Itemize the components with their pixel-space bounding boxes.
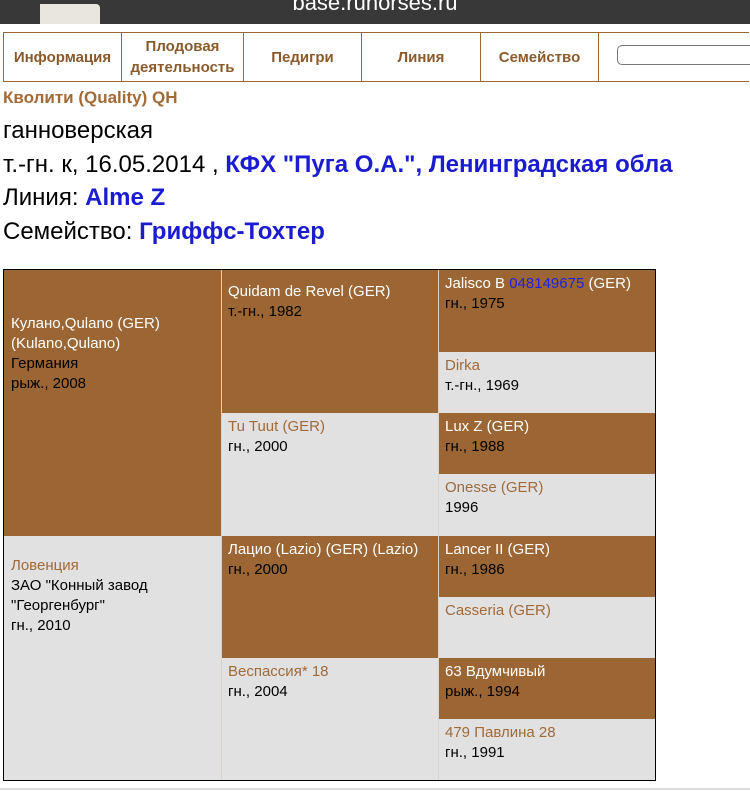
- sds-name-link[interactable]: Lux Z (GER): [445, 417, 648, 437]
- search-area: [599, 33, 750, 81]
- sss-reg-link[interactable]: 048149675: [509, 275, 584, 292]
- sds-info: гн., 1988: [445, 438, 505, 455]
- column-divider: [221, 270, 222, 780]
- family-row: Семейство: Гриффс-Тохтер: [3, 218, 325, 246]
- dam-name-link[interactable]: Ловенция: [11, 556, 214, 576]
- dam-cell: Ловенция ЗАО "Конный завод "Георгенбург"…: [4, 536, 221, 780]
- horse-details: т.-гн. к, 16.05.2014 , КФХ "Пуга О.А.", …: [3, 151, 673, 179]
- bottom-divider: [0, 788, 750, 790]
- ss-info: т.-гн., 1982: [228, 303, 302, 320]
- sdd-name-link[interactable]: Onesse (GER): [445, 478, 648, 498]
- url-text[interactable]: base.runorses.ru: [0, 0, 750, 16]
- dss-name-link[interactable]: Lancer II (GER): [445, 540, 648, 560]
- sire-country: Германия: [11, 355, 79, 372]
- sss-info: гн., 1975: [445, 295, 505, 312]
- dds-name-link[interactable]: 63 Вдумчивый: [445, 662, 648, 682]
- dam-breeder: ЗАО "Конный завод "Георгенбург": [11, 577, 148, 614]
- sire-info: рыж., 2008: [11, 375, 87, 392]
- dam-sire-cell: Лацио (Lazio) (GER) (Lazio) гн., 2000: [221, 536, 438, 658]
- tab-family[interactable]: Семейство: [481, 33, 599, 81]
- dam-dam-cell: Веспассия* 18 гн., 2004: [221, 658, 438, 780]
- tab-pedigree[interactable]: Педигри: [244, 33, 362, 81]
- sss-name-link[interactable]: Jalisco B: [445, 275, 505, 292]
- ddd-cell: 479 Павлина 28 гн., 1991: [438, 719, 655, 780]
- dsd-name-link[interactable]: Casseria (GER): [445, 601, 648, 621]
- dss-cell: Lancer II (GER) гн., 1986: [438, 536, 655, 597]
- sds-cell: Lux Z (GER) гн., 1988: [438, 413, 655, 474]
- birth-info: т.-гн. к, 16.05.2014 ,: [3, 151, 219, 178]
- dds-cell: 63 Вдумчивый рыж., 1994: [438, 658, 655, 719]
- line-link[interactable]: Alme Z: [85, 184, 165, 211]
- horse-title: Кволити (Quality) QH: [3, 88, 178, 107]
- sdd-info: 1996: [445, 499, 479, 516]
- search-input[interactable]: [617, 45, 750, 65]
- sire-cell: Кулано,Qulano (GER) (Kulano,Qulano) Герм…: [4, 270, 221, 536]
- sire-sire-cell: Quidam de Revel (GER) т.-гн., 1982: [221, 270, 438, 413]
- sire-name-link[interactable]: Кулано,Qulano (GER) (Kulano,Qulano): [11, 314, 214, 354]
- main-nav: Информация Плодовая деятельность Педигри…: [3, 32, 750, 82]
- sd-info: гн., 2000: [228, 438, 288, 455]
- dsd-cell: Casseria (GER): [438, 597, 655, 658]
- line-row: Линия: Alme Z: [3, 184, 165, 212]
- ssd-info: т.-гн., 1969: [445, 377, 519, 394]
- ss-name-link[interactable]: Quidam de Revel (GER): [228, 282, 431, 302]
- dd-info: гн., 2004: [228, 683, 288, 700]
- ddd-info: гн., 1991: [445, 744, 505, 761]
- family-link[interactable]: Гриффс-Тохтер: [139, 218, 325, 245]
- dd-name-link[interactable]: Веспассия* 18: [228, 662, 431, 682]
- line-label: Линия:: [3, 184, 79, 211]
- family-label: Семейство:: [3, 218, 133, 245]
- sss-suffix: (GER): [588, 275, 631, 292]
- sss-cell: Jalisco B 048149675 (GER) гн., 1975: [438, 270, 655, 352]
- browser-top-bar: base.runorses.ru: [0, 0, 750, 24]
- tab-information[interactable]: Информация: [4, 33, 122, 81]
- tab-line[interactable]: Линия: [362, 33, 481, 81]
- owner-link[interactable]: КФХ "Пуга О.А.", Ленинградская обла: [225, 151, 672, 178]
- ds-name-link[interactable]: Лацио (Lazio) (GER) (Lazio): [228, 540, 431, 560]
- breed-text: ганноверская: [3, 117, 153, 144]
- sdd-cell: Onesse (GER) 1996: [438, 474, 655, 536]
- sd-name-link[interactable]: Tu Tuut (GER): [228, 417, 431, 437]
- tab-offspring[interactable]: Плодовая деятельность: [122, 33, 244, 81]
- ddd-name-link[interactable]: 479 Павлина 28: [445, 723, 648, 743]
- dds-info: рыж., 1994: [445, 683, 521, 700]
- dss-info: гн., 1986: [445, 561, 505, 578]
- ssd-name-link[interactable]: Dirka: [445, 356, 648, 376]
- pedigree-table: Кулано,Qulano (GER) (Kulano,Qulano) Герм…: [3, 269, 656, 781]
- dam-info: гн., 2010: [11, 617, 71, 634]
- column-divider: [438, 270, 439, 780]
- sire-dam-cell: Tu Tuut (GER) гн., 2000: [221, 413, 438, 536]
- ssd-cell: Dirka т.-гн., 1969: [438, 352, 655, 413]
- ds-info: гн., 2000: [228, 561, 288, 578]
